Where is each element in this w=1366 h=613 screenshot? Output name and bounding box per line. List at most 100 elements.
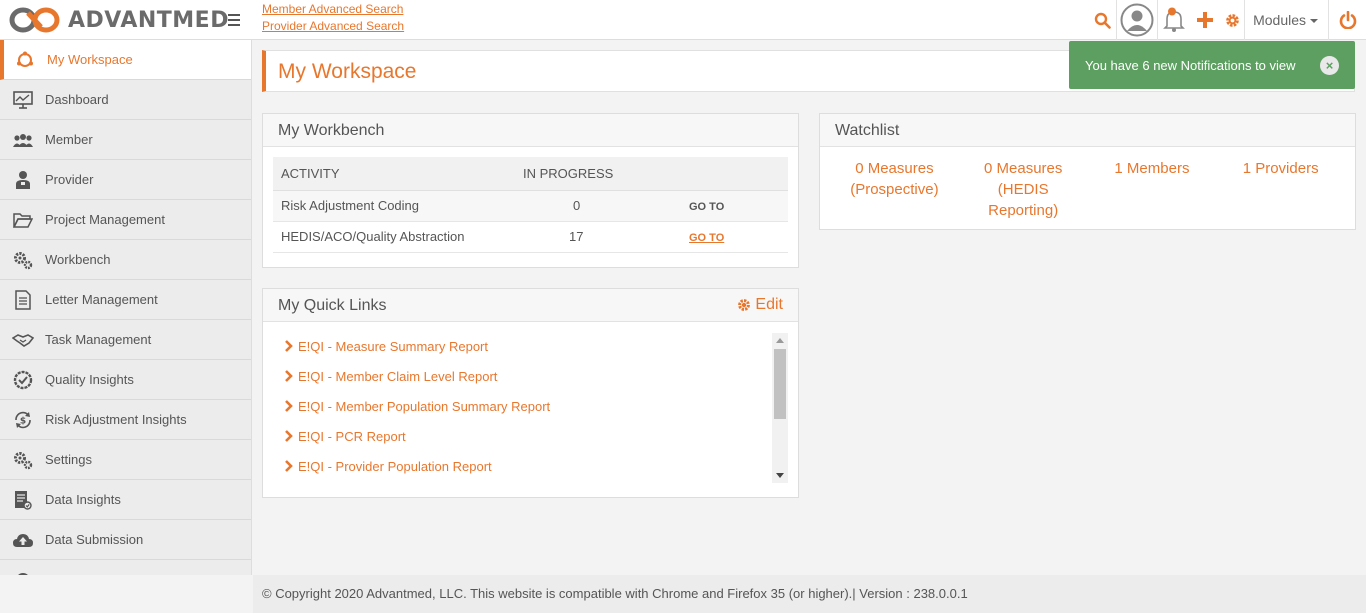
sidebar-item-label: Provider: [45, 172, 94, 187]
sidebar-item-label: My Workspace: [47, 52, 133, 67]
search-icon[interactable]: [1088, 0, 1116, 40]
sidebar-item-workbench[interactable]: Workbench: [0, 240, 251, 280]
sidebar-item-label: Quality Insights: [45, 372, 134, 387]
chevron-right-icon: [285, 430, 293, 442]
advantmed-logo[interactable]: ADVANTMED: [8, 4, 229, 36]
workbench-title: My Workbench: [278, 122, 385, 139]
modules-dropdown[interactable]: Modules: [1245, 0, 1328, 40]
activity-cell: Risk Adjustment Coding: [273, 190, 515, 222]
quick-link-item[interactable]: E!QI - Member Claim Level Report: [283, 361, 771, 391]
sidebar-item-settings[interactable]: Settings: [0, 440, 251, 480]
chevron-right-icon: [285, 340, 293, 352]
quick-link-label: E!QI - Measure Summary Report: [298, 338, 488, 354]
notification-toast[interactable]: You have 6 new Notifications to view ×: [1069, 41, 1355, 89]
quick-link-label: E!QI - Provider Population Report: [298, 458, 492, 474]
table-row: HEDIS/ACO/Quality Abstraction 17 GO TO: [273, 221, 788, 253]
quick-links-scrollbar[interactable]: [772, 333, 788, 483]
in-progress-cell: 17: [515, 221, 679, 253]
sidebar-item-label: Data Submission: [45, 532, 144, 547]
page-title: My Workspace: [278, 60, 417, 83]
modules-label: Modules: [1253, 12, 1306, 28]
provider-icon: [12, 169, 34, 191]
sidebar-item-label: Risk Adjustment Insights: [45, 412, 187, 427]
chevron-right-icon: [285, 460, 293, 472]
footer-copyright: © Copyright 2020 Advantmed, LLC. This we…: [262, 586, 968, 601]
watchlist-header: Watchlist: [820, 114, 1355, 147]
goto-link[interactable]: GO TO: [689, 232, 724, 244]
handshake-icon: [12, 329, 34, 351]
sidebar-item-risk-adjustment-insights[interactable]: $ Risk Adjustment Insights: [0, 400, 251, 440]
top-header: ADVANTMED Member Advanced Search Provide…: [0, 0, 1366, 40]
workbench-panel: My Workbench ACTIVITY IN PROGRESS Risk A…: [262, 113, 799, 268]
caret-down-icon: [1310, 19, 1318, 23]
data-insights-icon: [12, 489, 34, 511]
sidebar-item-project-management[interactable]: Project Management: [0, 200, 251, 240]
notification-bell-icon[interactable]: [1158, 0, 1190, 40]
provider-advanced-search-link[interactable]: Provider Advanced Search: [262, 18, 404, 35]
close-icon[interactable]: ×: [1320, 56, 1339, 75]
sidebar-item-data-submission[interactable]: Data Submission: [0, 520, 251, 560]
menu-toggle-icon[interactable]: [228, 10, 244, 30]
quick-link-item[interactable]: E!QI - Member Population Summary Report: [283, 391, 771, 421]
sidebar-item-dashboard[interactable]: Dashboard: [0, 80, 251, 120]
sidebar-item-letter-management[interactable]: Letter Management: [0, 280, 251, 320]
sidebar-item-label: Member: [45, 132, 93, 147]
member-advanced-search-link[interactable]: Member Advanced Search: [262, 1, 404, 18]
user-avatar-icon[interactable]: [1117, 0, 1157, 40]
folder-icon: [12, 209, 34, 231]
goto-link[interactable]: GO TO: [689, 201, 724, 213]
watchlist-members[interactable]: 1 Members: [1088, 158, 1217, 221]
sidebar-item-data-insights[interactable]: Data Insights: [0, 480, 251, 520]
logo-mark-icon: [9, 7, 60, 33]
watchlist-providers[interactable]: 1 Providers: [1216, 158, 1345, 221]
in-progress-cell: 0: [515, 190, 679, 222]
column-header-action: [679, 157, 788, 191]
sidebar-item-provider[interactable]: Provider: [0, 160, 251, 200]
members-icon: [12, 129, 34, 151]
watchlist-measures-hedis[interactable]: 0 Measures (HEDIS Reporting): [959, 158, 1088, 221]
quick-link-item[interactable]: E!QI - Measure Summary Report: [283, 331, 771, 361]
sidebar-item-partial[interactable]: [0, 560, 251, 575]
dashboard-icon: [12, 89, 34, 111]
scroll-up-arrow[interactable]: [776, 338, 784, 343]
chevron-right-icon: [285, 370, 293, 382]
header-actions: Modules: [1088, 0, 1366, 40]
gears-icon: [12, 449, 34, 471]
watchlist-measures-prospective[interactable]: 0 Measures (Prospective): [830, 158, 959, 221]
quality-check-icon: [12, 369, 34, 391]
sidebar-item-label: Data Insights: [45, 492, 121, 507]
add-icon[interactable]: [1190, 0, 1220, 40]
footer: © Copyright 2020 Advantmed, LLC. This we…: [253, 575, 1366, 613]
sidebar: My Workspace Dashboard Member Provider P…: [0, 40, 252, 575]
gear-icon[interactable]: [1220, 0, 1244, 40]
sidebar-item-label: Task Management: [45, 332, 152, 347]
quick-link-item[interactable]: E!QI - PCR Report: [283, 421, 771, 451]
cloud-upload-icon: [12, 529, 34, 551]
sidebar-item-label: Dashboard: [45, 92, 109, 107]
edit-label: Edit: [755, 296, 783, 313]
sidebar-item-label: Letter Management: [45, 292, 158, 307]
scroll-down-arrow[interactable]: [776, 473, 784, 478]
partial-nav-icon: [12, 569, 34, 575]
watchlist-items: 0 Measures (Prospective) 0 Measures (HED…: [820, 158, 1355, 221]
quick-links-title: My Quick Links: [278, 297, 387, 314]
column-header-in-progress: IN PROGRESS: [515, 157, 679, 191]
document-icon: [12, 289, 34, 311]
quick-links-list: E!QI - Measure Summary Report E!QI - Mem…: [283, 331, 771, 481]
quick-link-item[interactable]: E!QI - Provider Population Report: [283, 451, 771, 481]
sidebar-item-quality-insights[interactable]: Quality Insights: [0, 360, 251, 400]
gears-icon: [12, 249, 34, 271]
scroll-thumb[interactable]: [774, 349, 786, 419]
edit-button[interactable]: Edit: [737, 296, 783, 314]
table-row: Risk Adjustment Coding 0 GO TO: [273, 190, 788, 222]
sidebar-item-label: Workbench: [45, 252, 111, 267]
quick-link-label: E!QI - Member Population Summary Report: [298, 398, 551, 414]
power-icon[interactable]: [1329, 0, 1366, 40]
sidebar-item-member[interactable]: Member: [0, 120, 251, 160]
activity-cell: HEDIS/ACO/Quality Abstraction: [273, 221, 515, 253]
workspace-icon: [14, 49, 36, 71]
sidebar-item-my-workspace[interactable]: My Workspace: [0, 40, 251, 80]
sidebar-item-task-management[interactable]: Task Management: [0, 320, 251, 360]
risk-dollar-icon: $: [12, 409, 34, 431]
brand-name: ADVANTMED: [68, 7, 229, 33]
